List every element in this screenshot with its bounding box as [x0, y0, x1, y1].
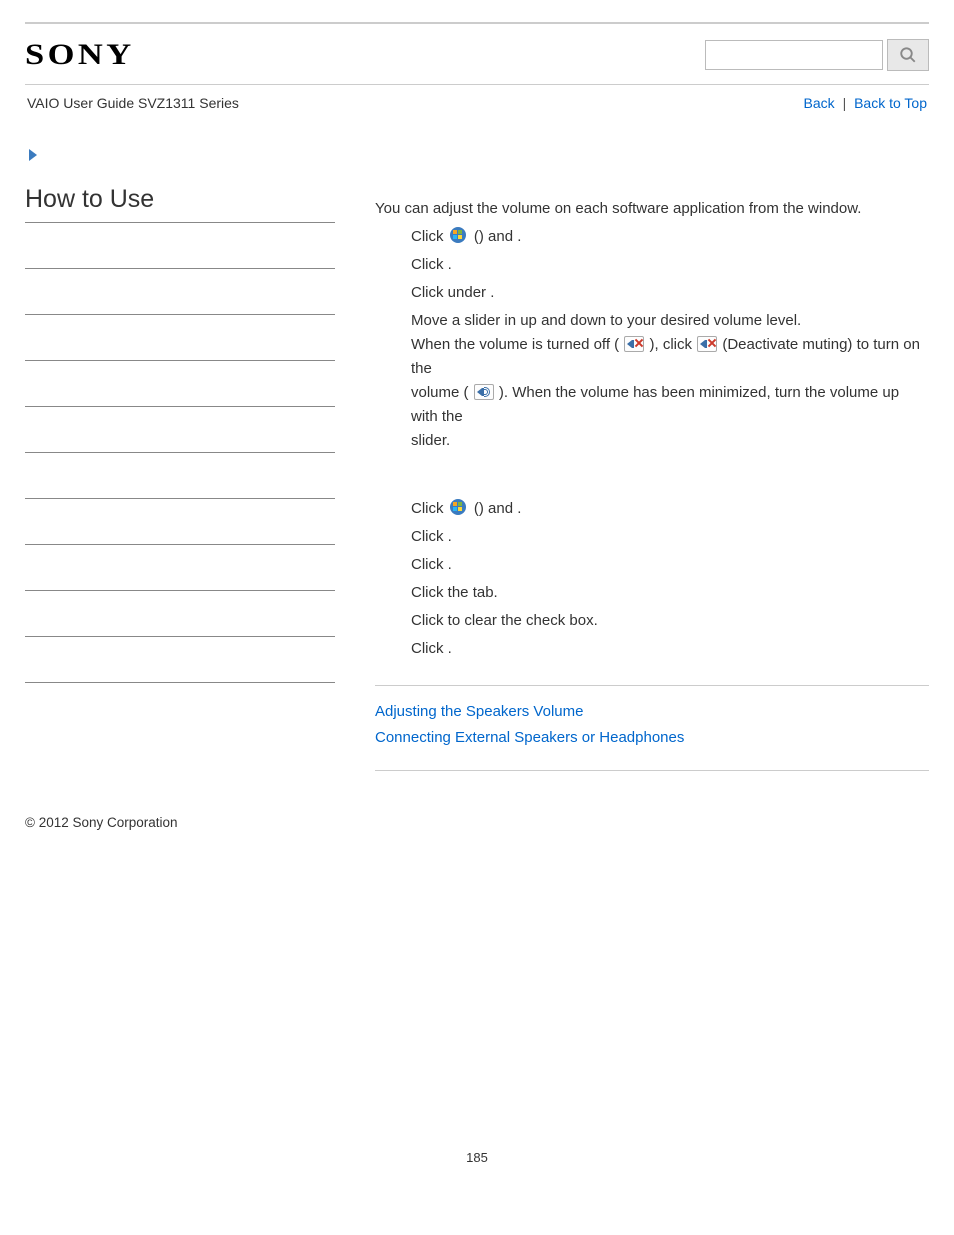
speaker-on-icon — [474, 384, 494, 400]
windows-start-icon — [449, 226, 469, 242]
sidebar-item[interactable] — [25, 407, 335, 453]
divider — [375, 685, 929, 686]
step: Click the tab. — [411, 581, 929, 605]
sidebar-item[interactable] — [25, 361, 335, 407]
divider — [375, 770, 929, 771]
copyright: © 2012 Sony Corporation — [25, 815, 929, 830]
back-link[interactable]: Back — [804, 95, 835, 111]
step: Move a slider in up and down to your des… — [411, 309, 929, 453]
search-icon — [899, 46, 917, 64]
search-input[interactable] — [705, 40, 883, 70]
nav-links: Back | Back to Top — [804, 95, 927, 111]
sidebar-item[interactable] — [25, 453, 335, 499]
header-bar: SONY — [25, 22, 929, 72]
main-content: You can adjust the volume on each softwa… — [375, 185, 929, 771]
procedure-1: Click () and . Click . Click under . Mov… — [375, 225, 929, 453]
step: Click under . — [411, 281, 929, 305]
step: Click . — [411, 525, 929, 549]
step: Click () and . — [411, 497, 929, 521]
step: Click () and . — [411, 225, 929, 249]
guide-title: VAIO User Guide SVZ1311 Series — [27, 95, 239, 111]
sidebar-item[interactable] — [25, 269, 335, 315]
step: Click . — [411, 253, 929, 277]
sidebar-item[interactable] — [25, 637, 335, 683]
step: Click . — [411, 637, 929, 661]
sidebar-item[interactable] — [25, 545, 335, 591]
separator: | — [843, 95, 847, 111]
speaker-muted-icon — [697, 336, 717, 352]
sidebar-item[interactable] — [25, 315, 335, 361]
search-wrap — [705, 39, 929, 71]
related-topics: Adjusting the Speakers Volume Connecting… — [375, 700, 929, 750]
sidebar-item[interactable] — [25, 499, 335, 545]
sidebar-item[interactable] — [25, 591, 335, 637]
speaker-muted-icon — [624, 336, 644, 352]
sony-logo: SONY — [25, 38, 135, 72]
related-link[interactable]: Adjusting the Speakers Volume — [375, 700, 929, 724]
step: Click . — [411, 553, 929, 577]
windows-start-icon — [449, 498, 469, 514]
chevron-right-icon — [27, 147, 929, 167]
search-button[interactable] — [887, 39, 929, 71]
related-link[interactable]: Connecting External Speakers or Headphon… — [375, 726, 929, 750]
back-to-top-link[interactable]: Back to Top — [854, 95, 927, 111]
sidebar-item[interactable] — [25, 223, 335, 269]
procedure-2: Click () and . Click . Click . Click the… — [375, 497, 929, 661]
sidebar-title: How to Use — [25, 185, 335, 223]
breadcrumb: VAIO User Guide SVZ1311 Series Back | Ba… — [25, 85, 929, 111]
step: Click to clear the check box. — [411, 609, 929, 633]
sidebar: How to Use — [25, 185, 335, 771]
page-number: 185 — [25, 1150, 929, 1165]
intro-text: You can adjust the volume on each softwa… — [375, 197, 929, 221]
